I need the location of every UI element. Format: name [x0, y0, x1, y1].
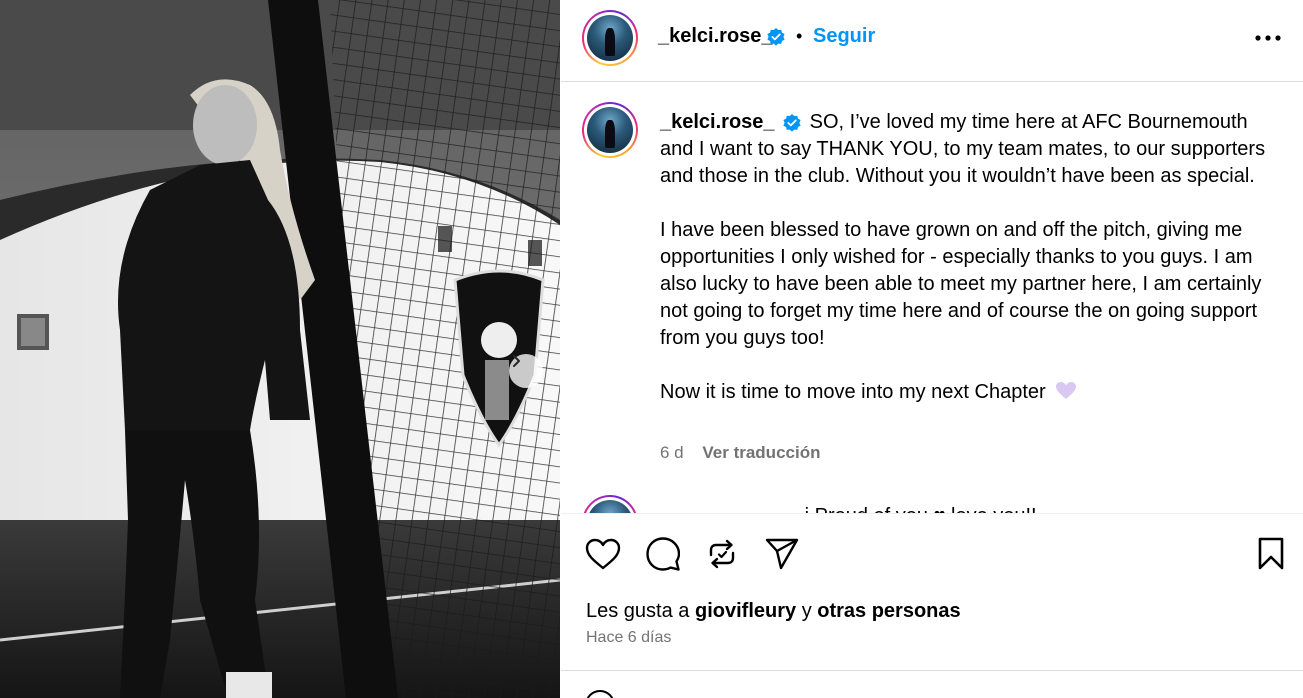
- share-icon: [765, 538, 799, 570]
- emoji-picker-icon[interactable]: [585, 690, 615, 698]
- repost-icon: [709, 539, 735, 569]
- caption-age: 6 d: [660, 443, 684, 462]
- follow-button[interactable]: Seguir: [813, 25, 875, 48]
- share-button[interactable]: [764, 536, 800, 572]
- post-date[interactable]: Hace 6 días: [586, 629, 671, 647]
- separator-dot: •: [796, 26, 803, 46]
- commenter-avatar[interactable]: [582, 495, 638, 513]
- caption-paragraph-2: I have been blessed to have grown on and…: [660, 219, 1262, 349]
- caption-author-avatar[interactable]: [582, 102, 638, 158]
- author-avatar[interactable]: [582, 10, 638, 66]
- likes-others-link[interactable]: otras personas: [817, 600, 960, 622]
- post-side-panel: _kelci.rose_ • Seguir _kelci.rose_ SO, I…: [561, 0, 1303, 698]
- more-options-icon: [1255, 35, 1281, 41]
- likes-user-link[interactable]: giovifleury: [695, 600, 796, 622]
- like-icon: [585, 538, 621, 570]
- likes-summary: Les gusta a giovifleury y otras personas: [586, 600, 961, 623]
- more-options-button[interactable]: [1251, 24, 1285, 52]
- comment-icon: [646, 537, 680, 571]
- like-button[interactable]: [585, 536, 621, 572]
- caption-paragraph-3: Now it is time to move into my next Chap…: [660, 381, 1046, 403]
- save-icon: [1258, 537, 1284, 570]
- post-photo: [0, 0, 560, 698]
- likes-prefix: Les gusta a: [586, 600, 690, 622]
- comment-button[interactable]: [645, 536, 681, 572]
- author-username[interactable]: _kelci.rose_: [658, 25, 773, 48]
- comment-text-partial: _____________i Proud of you ♥ love you!!: [660, 505, 1037, 513]
- post-actions: Les gusta a giovifleury y otras personas…: [561, 513, 1303, 670]
- next-photo-icon: [513, 355, 520, 367]
- repost-button[interactable]: [704, 536, 740, 572]
- verified-badge-icon: [767, 28, 785, 46]
- next-photo-button[interactable]: [509, 354, 543, 388]
- see-translation-link[interactable]: Ver traducción: [702, 443, 820, 462]
- lilac-heart-emoji-icon: [1056, 382, 1077, 399]
- save-button[interactable]: [1253, 536, 1289, 572]
- divider: [561, 670, 1303, 671]
- caption-username[interactable]: _kelci.rose_: [660, 111, 775, 133]
- comments-section[interactable]: _kelci.rose_ SO, I’ve loved my time here…: [561, 83, 1303, 513]
- photo-illustration: [0, 0, 560, 698]
- post-header: _kelci.rose_ • Seguir: [561, 0, 1303, 82]
- caption-meta: 6 d Ver traducción: [660, 443, 820, 463]
- comment-item: _____________i Proud of you ♥ love you!!: [582, 495, 1282, 513]
- likes-join: y: [801, 600, 812, 622]
- verified-badge-icon: [783, 113, 801, 132]
- caption-text: _kelci.rose_ SO, I’ve loved my time here…: [660, 109, 1280, 406]
